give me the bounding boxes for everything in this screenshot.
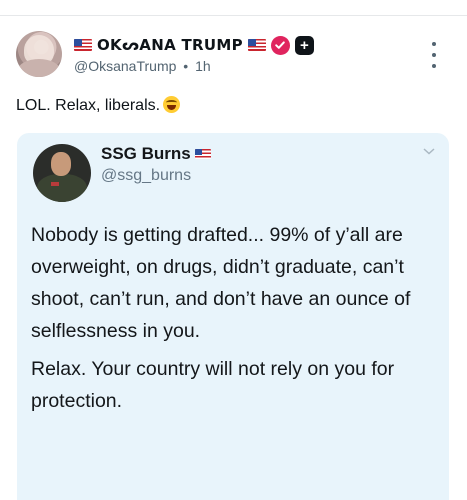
embedded-paragraph: Relax. Your country will not rely on you…	[31, 358, 395, 412]
verified-badge-icon	[270, 35, 290, 55]
author-handle[interactable]: @OksanaTrump	[74, 58, 176, 74]
author-name-row[interactable]: OKᔕANA TRUMP +	[74, 35, 314, 55]
plus-badge-label: +	[300, 36, 309, 54]
top-divider	[0, 15, 467, 16]
embedded-avatar	[33, 144, 91, 202]
embedded-name-row: SSG Burns	[101, 144, 211, 164]
avatar-uniform	[37, 174, 87, 202]
more-options-icon[interactable]	[426, 42, 442, 68]
post-timestamp[interactable]: 1h	[195, 58, 211, 74]
plus-badge-icon: +	[294, 35, 314, 55]
post-text-row: LOL. Relax, liberals.	[16, 96, 181, 115]
author-handle-row: @OksanaTrump • 1h	[74, 58, 211, 74]
avatar-shoulder	[18, 59, 60, 77]
avatar[interactable]	[16, 31, 62, 77]
embedded-author-name: SSG Burns	[101, 144, 191, 163]
avatar-ribbon	[51, 182, 59, 186]
embedded-paragraph: Nobody is getting drafted... 99% of y’al…	[31, 224, 411, 342]
laughing-emoji-icon	[163, 96, 181, 113]
author-display-name[interactable]: OKᔕANA TRUMP	[97, 36, 243, 54]
us-flag-icon	[194, 149, 211, 159]
embedded-tweet-body: Nobody is getting drafted... 99% of y’al…	[31, 219, 441, 417]
avatar-face	[51, 152, 71, 176]
embedded-tweet-image[interactable]: SSG Burns @ssg_burns Nobody is getting d…	[17, 133, 449, 500]
us-flag-icon	[74, 39, 92, 51]
chevron-down-icon	[423, 148, 435, 155]
post-text: LOL. Relax, liberals.	[16, 97, 161, 114]
us-flag-icon	[247, 39, 266, 51]
separator: •	[183, 58, 189, 74]
embedded-author-handle: @ssg_burns	[101, 167, 192, 184]
